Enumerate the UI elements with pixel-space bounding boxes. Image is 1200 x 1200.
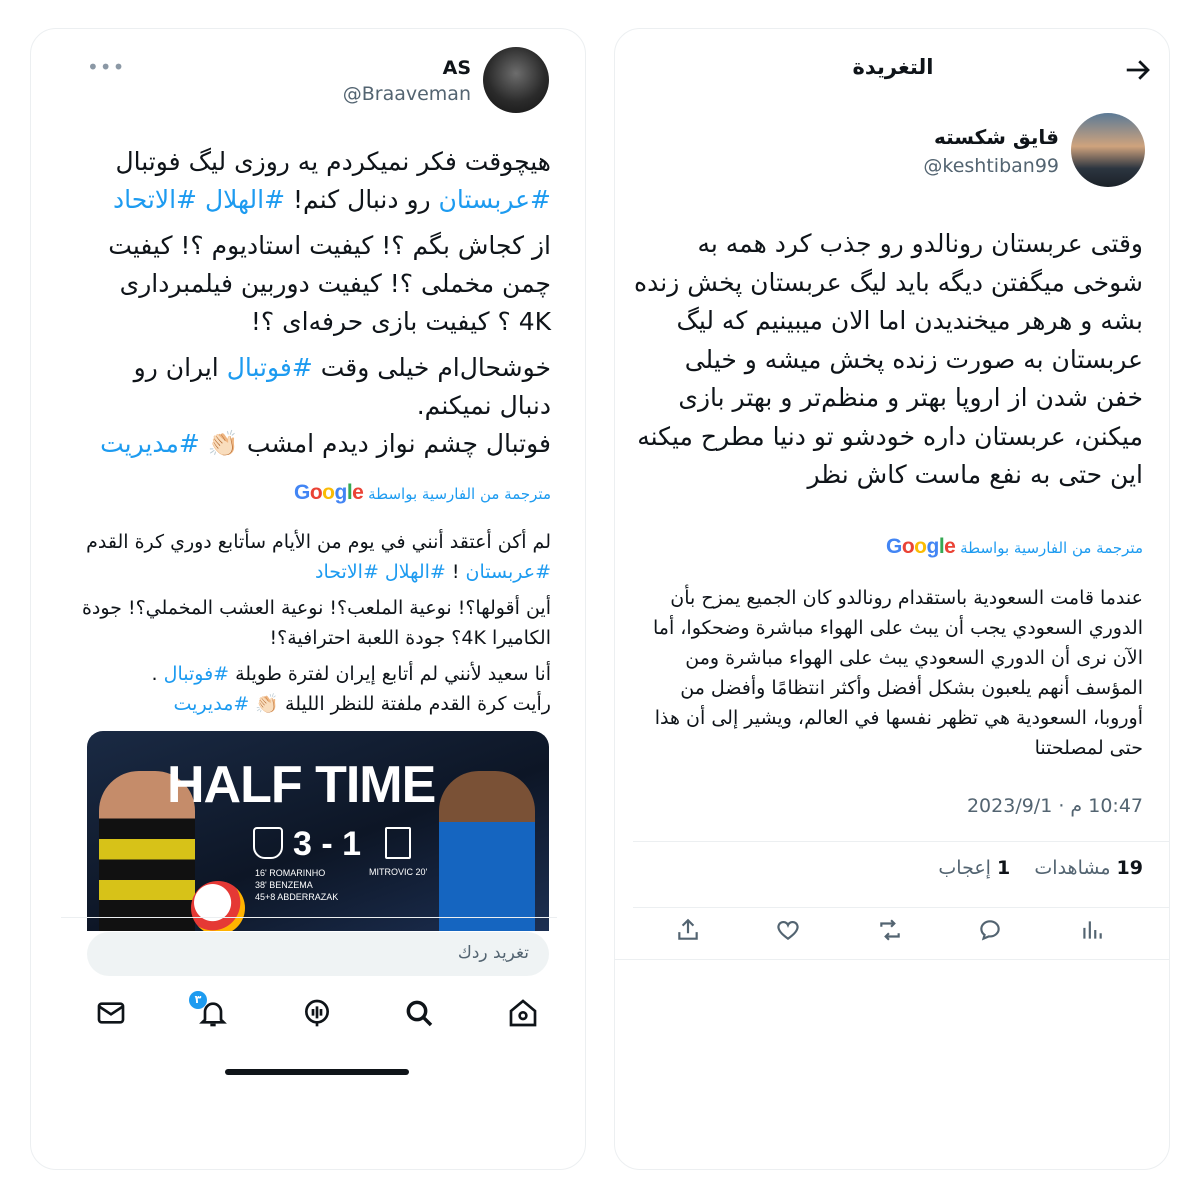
divider <box>61 917 557 918</box>
scorers-list: 16' ROMARINHO 38' BENZEMA 45+8 ABDERRAZA… <box>255 867 338 903</box>
tweet-text: فوتبال چشم نواز دیدم امشب 👏🏻 <box>207 429 551 458</box>
tweet-media-image[interactable]: HALF TIME 3 - 1 16' ROMARINHO 38' BENZEM… <box>87 731 549 931</box>
tweet-paragraph: هیچوقت فکر نمیکردم یه روزی لیگ فوتبال #ع… <box>81 143 551 219</box>
scorer-entry: MITROVIC 20' <box>369 867 428 877</box>
translated-by-label: مترجمة من الفارسية بواسطة <box>960 539 1143 557</box>
hashtag-link[interactable]: #الاتحاد <box>113 185 197 214</box>
notifications-badge: ٣ <box>189 991 207 1009</box>
tweet-timestamp[interactable]: 10:47 م · 2023/9/1 <box>967 795 1143 817</box>
player-figure <box>439 771 535 931</box>
tweet-paragraph: خوشحال‌ام خیلی وقت #فوتبال ایران رو دنبا… <box>81 349 551 463</box>
more-icon[interactable]: ••• <box>87 55 125 79</box>
author-handle[interactable]: @keshtiban99 <box>923 155 1059 177</box>
spaces-icon[interactable] <box>301 997 333 1029</box>
google-logo: Google <box>885 535 956 558</box>
google-logo: Google <box>293 481 364 504</box>
hashtag-link[interactable]: #فوتبال <box>164 663 229 685</box>
tweet-stats: 19 مشاهدات 1 إعجاب <box>938 857 1143 879</box>
views-label: مشاهدات <box>1034 857 1111 879</box>
hashtag-link[interactable]: #الهلال <box>205 185 285 214</box>
reply-thread-panel: ••• AS @Braaveman هیچوقت فکر نمیکردم یه … <box>30 28 586 1170</box>
club-crest <box>385 827 411 859</box>
search-icon[interactable] <box>403 997 435 1029</box>
translation-attribution[interactable]: مترجمة من الفارسية بواسطة Google <box>294 481 551 505</box>
tweet-detail-panel: التغريدة قایق شکسته @keshtiban99 وقتی عر… <box>614 28 1170 1170</box>
author-name[interactable]: قایق شکسته <box>934 125 1059 149</box>
tweet-text: هیچوقت فکر نمیکردم یه روزی لیگ فوتبال <box>115 147 551 176</box>
author-avatar[interactable] <box>1071 113 1145 187</box>
football-graphic <box>191 881 245 931</box>
translation-text: . <box>151 663 158 685</box>
author-name[interactable]: AS <box>443 57 471 79</box>
hashtag-link[interactable]: #مديريت <box>174 693 250 715</box>
views-count[interactable]: 19 <box>1117 857 1143 879</box>
divider <box>633 907 1169 908</box>
hashtag-link[interactable]: #الاتحاد <box>315 561 379 583</box>
translated-by-label: مترجمة من الفارسية بواسطة <box>368 485 551 503</box>
translation-paragraph: أين أقولها؟! نوعية الملعب؟! نوعية العشب … <box>81 597 551 649</box>
match-score: 3 - 1 <box>293 825 362 863</box>
translation-text: رأيت كرة القدم ملفتة للنظر الليلة 👏🏻 <box>255 693 551 715</box>
reply-input[interactable]: تغريد ردك <box>87 932 549 976</box>
translated-text: عندما قامت السعودية باستقدام رونالدو كان… <box>653 587 1143 759</box>
scorer-entry: 38' BENZEMA <box>255 880 313 890</box>
translation-paragraph: لم أكن أعتقد أنني في يوم من الأيام سأتاب… <box>81 527 551 587</box>
translation-text: لم أكن أعتقد أنني في يوم من الأيام سأتاب… <box>86 531 551 553</box>
page-title: التغريدة <box>852 55 934 79</box>
likes-count[interactable]: 1 <box>997 857 1010 879</box>
author-avatar[interactable] <box>483 47 549 113</box>
tweet-body: هیچوقت فکر نمیکردم یه روزی لیگ فوتبال #ع… <box>81 143 551 471</box>
divider <box>615 959 1169 960</box>
translation-attribution[interactable]: مترجمة من الفارسية بواسطة Google <box>886 535 1143 559</box>
tweet-body: وقتی عربستان رونالدو رو جذب کرد همه به ش… <box>634 229 1143 489</box>
tweet-text: خوشحال‌ام خیلی وقت <box>320 353 551 382</box>
arrow-right-icon[interactable] <box>1123 55 1153 85</box>
reply-icon[interactable] <box>977 917 1003 943</box>
views-icon[interactable] <box>1079 917 1105 943</box>
translation-paragraph: أنا سعيد لأنني لم أتابع إيران لفترة طويل… <box>81 659 551 719</box>
likes-label: إعجاب <box>938 857 991 879</box>
share-icon[interactable] <box>675 917 701 943</box>
translation-text: ! <box>451 561 460 583</box>
tweet-paragraph: از کجاش بگم ؟! کیفیت استادیوم ؟! کیفیت چ… <box>108 231 551 336</box>
divider <box>633 841 1169 842</box>
author-handle[interactable]: @Braaveman <box>343 83 471 105</box>
club-crest <box>253 827 283 859</box>
home-icon[interactable] <box>507 997 539 1029</box>
media-headline: HALF TIME <box>167 756 436 814</box>
retweet-icon[interactable] <box>877 917 903 943</box>
mail-icon[interactable] <box>95 997 127 1029</box>
hashtag-link[interactable]: #مدیریت <box>100 429 200 458</box>
hashtag-link[interactable]: #الهلال <box>385 561 446 583</box>
hashtag-link[interactable]: #عربستان <box>466 561 551 583</box>
hashtag-link[interactable]: #فوتبال <box>227 353 313 382</box>
translated-text: لم أكن أعتقد أنني في يوم من الأيام سأتاب… <box>81 527 551 725</box>
scorer-entry: 16' ROMARINHO <box>255 868 326 878</box>
scorer-entry: 45+8 ABDERRAZAK <box>255 892 339 902</box>
like-icon[interactable] <box>775 917 801 943</box>
hashtag-link[interactable]: #عربستان <box>439 185 551 214</box>
tweet-text: رو دنبال کنم! <box>293 185 431 214</box>
translation-text: أنا سعيد لأنني لم أتابع إيران لفترة طويل… <box>235 663 551 685</box>
home-indicator <box>225 1069 409 1075</box>
